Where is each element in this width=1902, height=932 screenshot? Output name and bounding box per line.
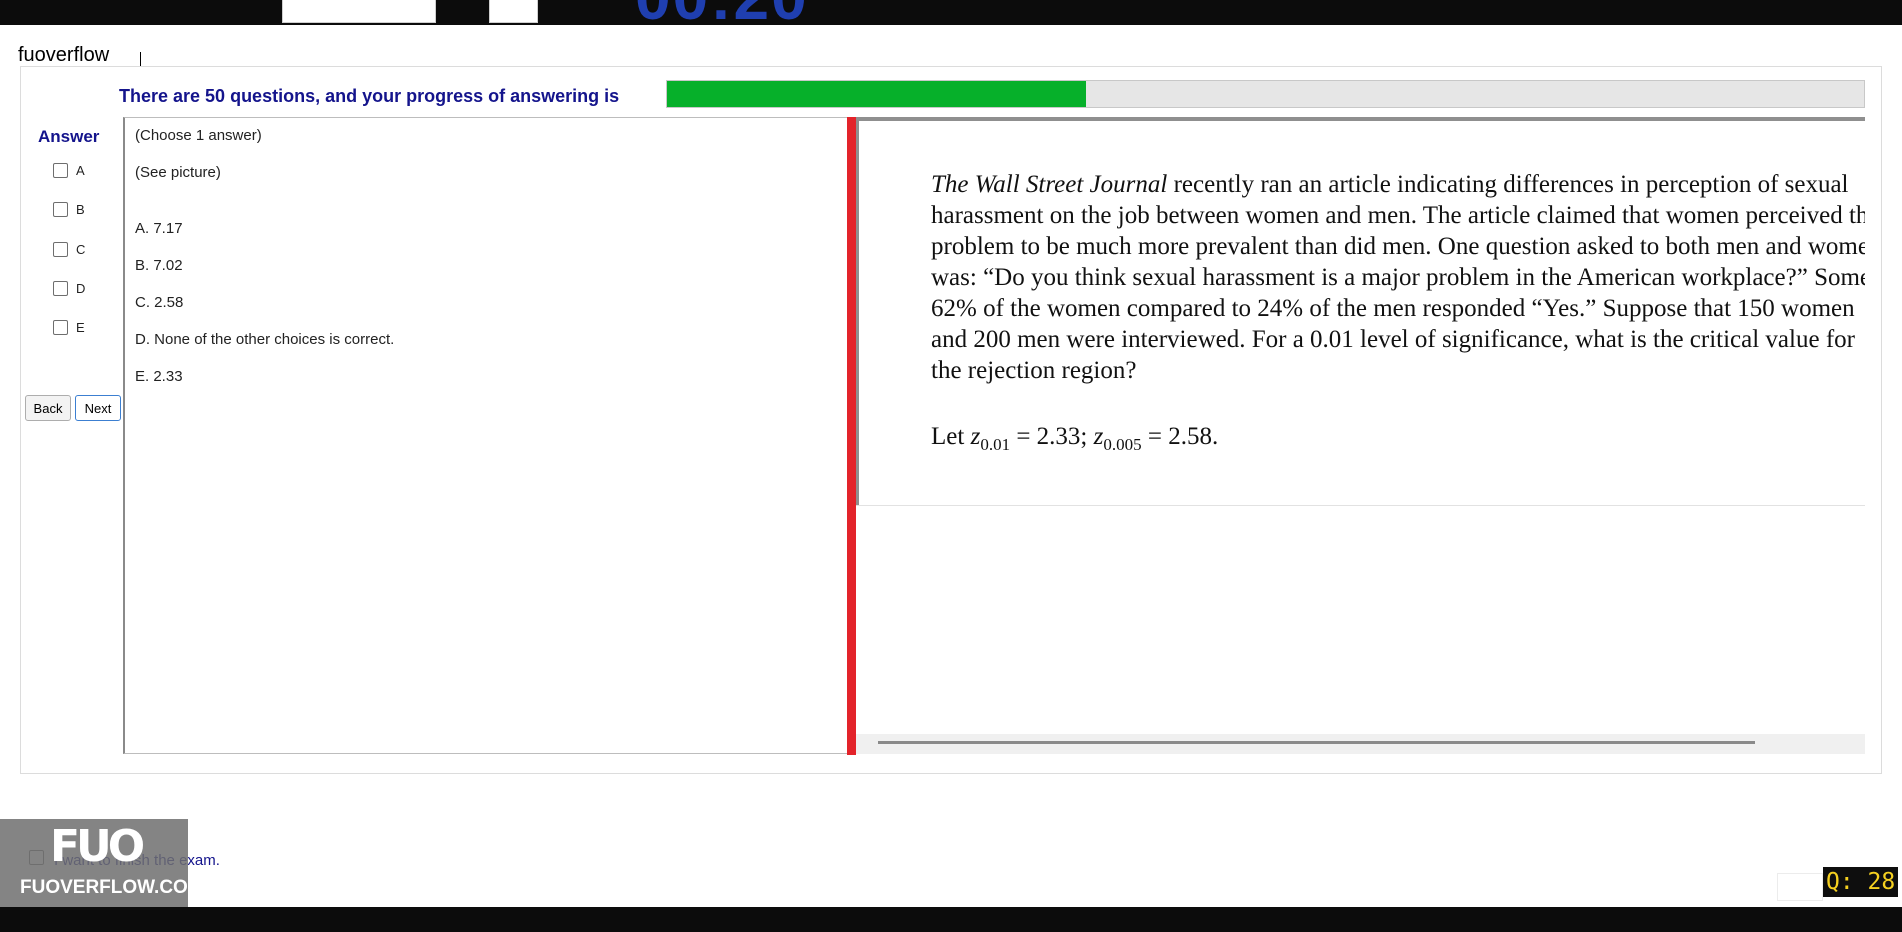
question-text: The Wall Street Journal recently ran an …: [931, 169, 1865, 386]
see-picture-note: (See picture): [135, 164, 221, 181]
progress-bar: [666, 80, 1865, 108]
choose-instruction: (Choose 1 answer): [135, 127, 262, 144]
answer-option-label: D: [76, 281, 86, 296]
bottom-bar: [0, 907, 1902, 932]
question-card-border: [856, 505, 1865, 506]
answer-option-label: A: [76, 163, 85, 178]
answer-option-d[interactable]: D: [53, 281, 85, 296]
question-counter: Q: 28: [1823, 867, 1899, 897]
choice-item: E. 2.33: [135, 368, 183, 385]
progress-label: There are 50 questions, and your progres…: [119, 86, 620, 106]
checkbox-c[interactable]: [53, 242, 68, 257]
answer-option-label: E: [76, 320, 85, 335]
choices-panel: (Choose 1 answer) (See picture) A. 7.17 …: [123, 117, 848, 754]
logo-mark: FUO: [50, 821, 145, 872]
next-button[interactable]: Next: [75, 395, 121, 421]
progress-fill: [667, 81, 1086, 107]
question-panel: The Wall Street Journal recently ran an …: [856, 117, 1865, 754]
checkbox-e[interactable]: [53, 320, 68, 335]
app-title: fuoverflow: [18, 44, 110, 66]
back-button[interactable]: Back: [25, 395, 71, 421]
choice-item: C. 2.58: [135, 294, 184, 311]
answer-option-c[interactable]: C: [53, 242, 85, 257]
answer-option-a[interactable]: A: [53, 163, 85, 178]
z-subscript: 0.01: [980, 435, 1011, 454]
watermark-logo: FUO FUOVERFLOW.COM: [0, 819, 204, 907]
journal-title: The Wall Street Journal: [931, 171, 1168, 198]
answer-option-b[interactable]: B: [53, 202, 85, 217]
panel-splitter[interactable]: [847, 117, 856, 755]
checkbox-a[interactable]: [53, 163, 68, 178]
answer-header: Answer: [38, 127, 100, 146]
logo-text: FUOVERFLOW.COM: [20, 877, 204, 898]
answer-option-e[interactable]: E: [53, 320, 85, 335]
choice-item: D. None of the other choices is correct.: [135, 331, 395, 348]
z-value: = 2.58.: [1147, 423, 1219, 450]
question-body: recently ran an article indicating diffe…: [931, 171, 1865, 384]
answer-option-label: B: [76, 202, 85, 217]
z-value: = 2.33;: [1016, 423, 1088, 450]
exam-timer: 00:20: [635, 0, 809, 25]
z-variable: z: [970, 423, 981, 450]
choice-item: A. 7.17: [135, 220, 183, 237]
answer-option-label: C: [76, 242, 86, 257]
top-dropdown[interactable]: [282, 0, 436, 23]
question-card-border: [856, 117, 859, 506]
checkbox-b[interactable]: [53, 202, 68, 217]
question-card-border: [856, 117, 1865, 121]
let-prefix: Let: [931, 423, 965, 450]
horizontal-scrollbar[interactable]: [856, 734, 1865, 754]
question-given-values: Let z0.01 = 2.33; z0.005 = 2.58.: [931, 423, 1218, 455]
z-subscript: 0.005: [1103, 435, 1142, 454]
choice-item: B. 7.02: [135, 257, 183, 274]
checkbox-d[interactable]: [53, 281, 68, 296]
top-small-control[interactable]: [489, 0, 538, 23]
z-variable: z: [1093, 423, 1104, 450]
scrollbar-thumb[interactable]: [878, 741, 1755, 744]
counter-input[interactable]: [1777, 873, 1823, 901]
top-bar: 00:20: [0, 0, 1902, 25]
